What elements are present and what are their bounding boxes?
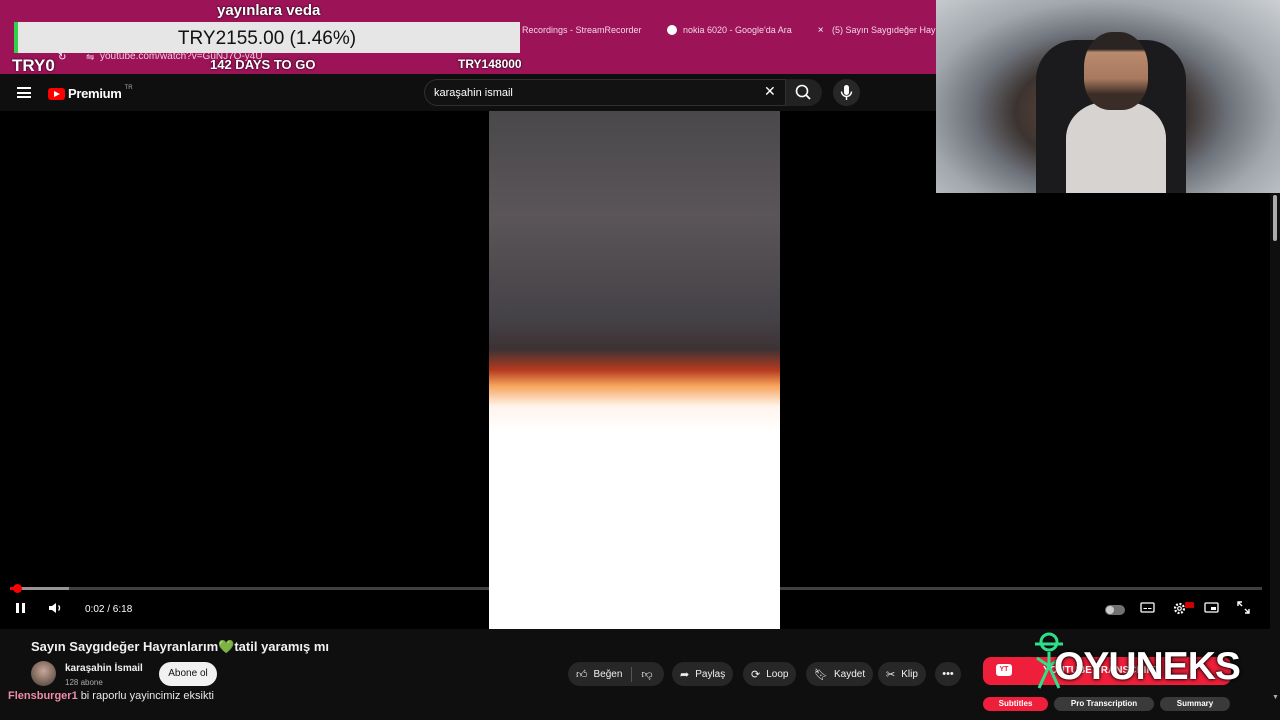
loop-icon: ⟳ bbox=[751, 668, 761, 681]
chat-username: Flensburger1 bbox=[8, 690, 78, 702]
subtitles-button[interactable] bbox=[1140, 601, 1155, 617]
channel-avatar[interactable] bbox=[31, 661, 56, 686]
tab-title: nokia 6020 - Google'da Ara bbox=[683, 25, 792, 35]
microphone-icon bbox=[840, 85, 853, 100]
tab-title: Recordings - StreamRecorder bbox=[522, 25, 642, 35]
search-input[interactable] bbox=[434, 85, 754, 101]
search-box bbox=[424, 79, 786, 106]
watermark-text: OYUNEKS bbox=[1054, 645, 1241, 688]
close-tab-icon[interactable]: × bbox=[818, 25, 824, 36]
more-actions-button[interactable]: ••• bbox=[935, 662, 961, 686]
save-label: Kaydet bbox=[833, 668, 866, 680]
clear-search-icon[interactable]: ✕ bbox=[764, 83, 776, 100]
fullscreen-icon bbox=[1237, 601, 1250, 614]
progress-bar[interactable] bbox=[10, 584, 1262, 593]
tab-subtitles[interactable]: Subtitles bbox=[983, 697, 1048, 711]
reload-icon: ↻ bbox=[58, 52, 67, 63]
google-icon bbox=[667, 25, 677, 35]
dislike-icon[interactable]: 👎︎ bbox=[641, 668, 652, 681]
like-divider bbox=[631, 666, 633, 682]
tab-google-search[interactable]: nokia 6020 - Google'da Ara × bbox=[667, 20, 824, 40]
donation-value: TRY2155.00 (1.46%) bbox=[177, 28, 357, 49]
tab-streamrecorder[interactable]: Recordings - StreamRecorder × bbox=[522, 20, 673, 40]
donation-start-amount: TRY0 bbox=[12, 56, 55, 75]
save-button[interactable]: 🔖︎ Kaydet bbox=[806, 662, 874, 686]
pause-icon bbox=[16, 603, 25, 613]
autoplay-toggle[interactable] bbox=[1105, 605, 1125, 615]
video-title-suffix: tatil yaramış mı bbox=[234, 639, 329, 654]
like-icon[interactable]: 👍︎ bbox=[576, 668, 588, 681]
youtube-header: Premium TR ✕ bbox=[0, 74, 936, 111]
more-horizontal-icon: ••• bbox=[942, 668, 954, 680]
yt-badge-icon: YT bbox=[996, 664, 1012, 676]
webcam-overlay bbox=[936, 0, 1280, 193]
clip-label: Klip bbox=[901, 668, 918, 680]
youtube-play-icon bbox=[48, 87, 65, 100]
green-heart-emoji: 💚 bbox=[218, 639, 235, 654]
scroll-down-icon[interactable]: ▼ bbox=[1272, 694, 1279, 701]
video-title: Sayın Saygıdeğer Hayranlarım💚tatil yaram… bbox=[31, 639, 329, 655]
bookmark-icon: 🔖︎ bbox=[814, 668, 828, 681]
clip-button[interactable]: ✂ Klip bbox=[878, 662, 926, 686]
site-settings-icon[interactable]: ⇋ bbox=[86, 52, 94, 63]
scissors-icon: ✂ bbox=[886, 668, 896, 681]
webcam-person bbox=[1066, 32, 1166, 193]
hd-badge bbox=[1185, 602, 1194, 608]
subscribe-button[interactable]: Abone ol bbox=[159, 662, 217, 686]
like-dislike-group: 👍︎ Beğen 👎︎ bbox=[568, 662, 664, 686]
days-to-go: 142 DAYS TO GO bbox=[210, 57, 316, 72]
loop-label: Loop bbox=[766, 668, 789, 680]
video-title-main: Sayın Saygıdeğer Hayranlarım bbox=[31, 639, 219, 654]
time-display: 0:02 / 6:18 bbox=[85, 604, 133, 615]
fullscreen-button[interactable] bbox=[1237, 601, 1250, 617]
share-label: Paylaş bbox=[695, 668, 726, 680]
like-label[interactable]: Beğen bbox=[594, 669, 623, 680]
premium-label: Premium bbox=[68, 86, 122, 101]
tab-title: (5) Sayın Saygıdeğer Hayra bbox=[832, 25, 936, 35]
search-button[interactable] bbox=[786, 79, 822, 106]
channel-name[interactable]: karaşahin İsmail bbox=[65, 663, 143, 674]
miniplayer-button[interactable] bbox=[1204, 601, 1219, 617]
search-icon bbox=[795, 84, 811, 100]
tab-youtube-active[interactable]: (5) Sayın Saygıdeğer Hayra bbox=[826, 20, 936, 40]
screen: Recordings - StreamRecorder × nokia 6020… bbox=[0, 0, 1280, 720]
loop-button[interactable]: ⟳ Loop bbox=[743, 662, 797, 686]
volume-icon bbox=[49, 603, 61, 613]
video-frame[interactable] bbox=[489, 111, 780, 629]
chat-message: Flensburger1 bi raporlu yayincimiz eksikt… bbox=[8, 690, 214, 702]
miniplayer-icon bbox=[1204, 602, 1219, 613]
subscriber-count: 128 abone bbox=[65, 678, 103, 687]
scrubber-handle[interactable] bbox=[13, 584, 22, 593]
scrollbar-thumb[interactable] bbox=[1273, 195, 1277, 241]
overlay-title: yayınlara veda bbox=[217, 2, 321, 19]
voice-search-button[interactable] bbox=[833, 79, 860, 106]
region-code: TR bbox=[124, 84, 133, 91]
share-icon: ➦ bbox=[680, 668, 690, 681]
donation-goal: TRY148000 bbox=[458, 57, 522, 71]
tab-pro-transcription[interactable]: Pro Transcription bbox=[1054, 697, 1154, 711]
pause-button[interactable] bbox=[14, 601, 28, 618]
volume-button[interactable] bbox=[48, 601, 64, 618]
page-scrollbar[interactable] bbox=[1270, 193, 1280, 720]
donation-progress-bar: TRY2155.00 (1.46%) bbox=[14, 22, 520, 53]
menu-icon[interactable] bbox=[17, 87, 31, 98]
chat-text: bi raporlu yayincimiz eksikti bbox=[80, 690, 214, 702]
youtube-logo[interactable]: Premium TR bbox=[48, 84, 133, 101]
subtitles-icon bbox=[1140, 602, 1155, 613]
share-button[interactable]: ➦ Paylaş bbox=[672, 662, 734, 686]
tab-summary[interactable]: Summary bbox=[1160, 697, 1230, 711]
